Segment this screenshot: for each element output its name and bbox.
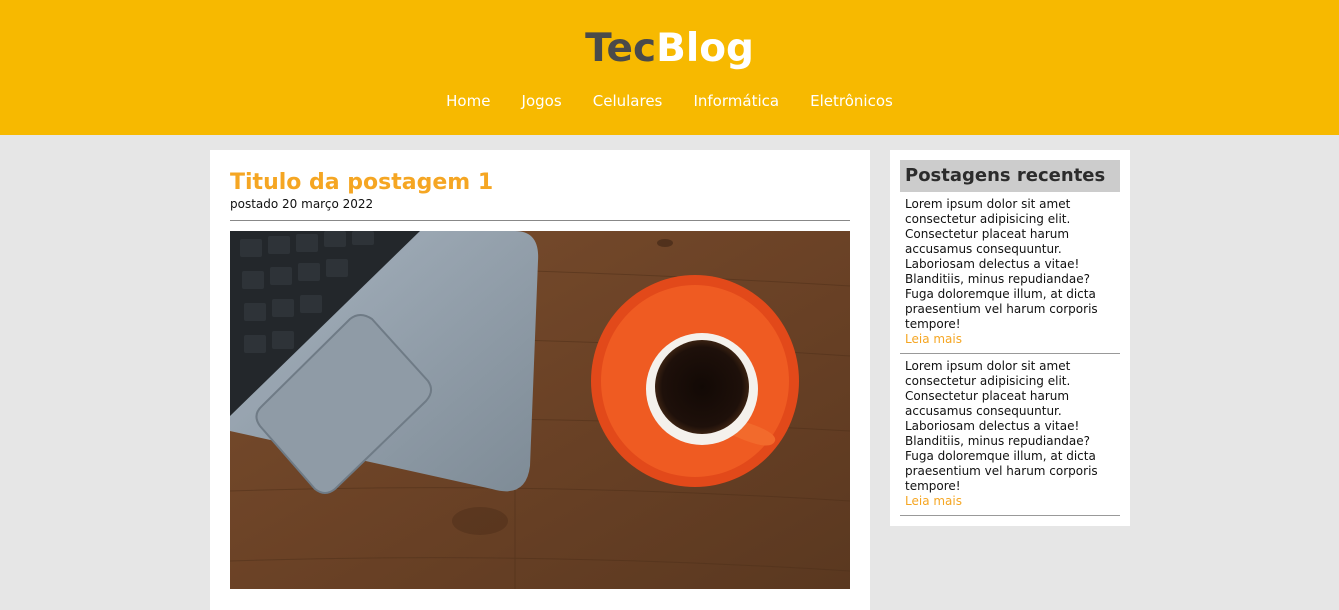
nav-link-eletronicos[interactable]: Eletrônicos — [810, 92, 893, 110]
recent-posts-sidebar: Postagens recentes Lorem ipsum dolor sit… — [890, 150, 1130, 526]
post-date: postado 20 março 2022 — [230, 197, 374, 211]
laptop-coffee-photo — [230, 231, 850, 589]
recent-post-excerpt: Lorem ipsum dolor sit amet consectetur a… — [905, 359, 1098, 493]
nav-link-jogos[interactable]: Jogos — [522, 92, 562, 110]
logo-part-blog: Blog — [656, 26, 754, 71]
recent-post-excerpt: Lorem ipsum dolor sit amet consectetur a… — [905, 197, 1098, 331]
post-card: Titulo da postagem 1 postado 20 março 20… — [210, 150, 870, 610]
post-divider — [230, 220, 850, 221]
nav-link-informatica[interactable]: Informática — [693, 92, 779, 110]
site-header: TecBlog Home Jogos Celulares Informática… — [0, 0, 1339, 135]
recent-post-item: Lorem ipsum dolor sit amet consectetur a… — [900, 192, 1120, 354]
site-logo[interactable]: TecBlog — [0, 26, 1339, 71]
nav-link-celulares[interactable]: Celulares — [593, 92, 663, 110]
read-more-link[interactable]: Leia mais — [905, 494, 1115, 509]
post-image — [230, 231, 850, 589]
read-more-link[interactable]: Leia mais — [905, 332, 1115, 347]
sidebar-title: Postagens recentes — [900, 160, 1120, 192]
recent-post-item: Lorem ipsum dolor sit amet consectetur a… — [900, 354, 1120, 516]
post-title[interactable]: Titulo da postagem 1 — [230, 170, 850, 195]
main-nav: Home Jogos Celulares Informática Eletrôn… — [0, 91, 1339, 110]
logo-part-tec: Tec — [585, 26, 657, 71]
nav-link-home[interactable]: Home — [446, 92, 490, 110]
